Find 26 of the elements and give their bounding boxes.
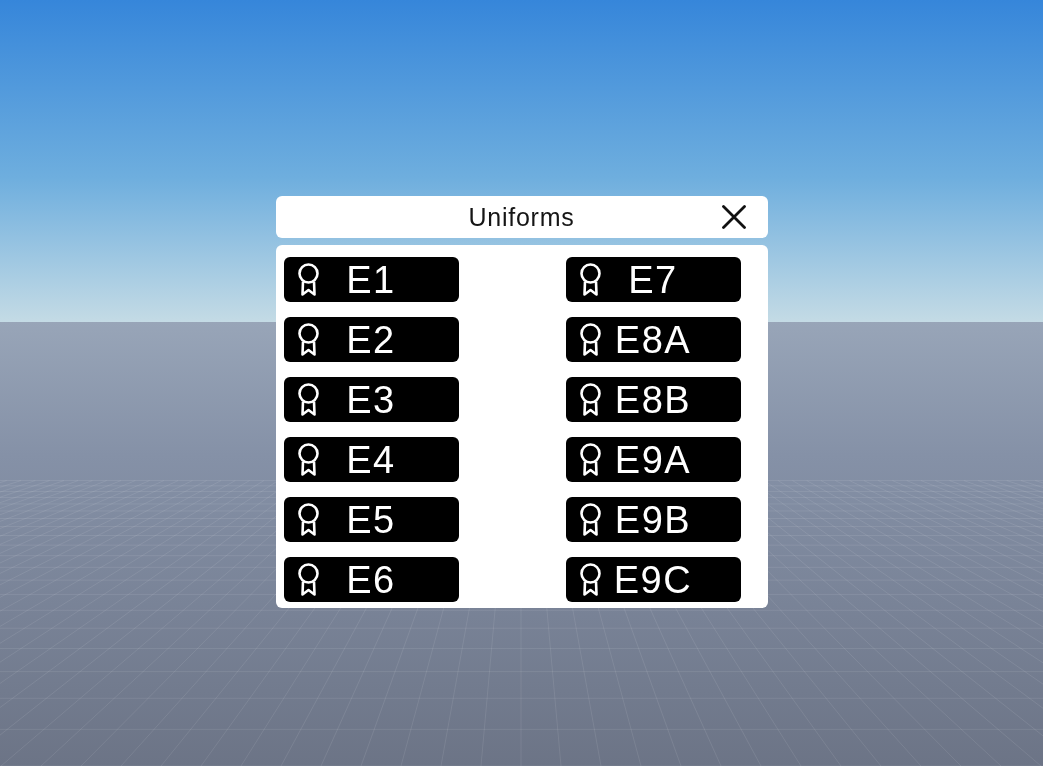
uniform-button[interactable]: E1 [283,257,459,302]
uniform-button[interactable]: E2 [283,317,459,362]
window-title: Uniforms [468,204,575,230]
medal-icon [295,383,321,416]
medal-icon [295,503,321,536]
uniform-button[interactable]: E9B [565,497,741,542]
close-icon[interactable] [721,205,746,229]
uniform-button[interactable]: E9A [565,437,741,482]
medal-icon [577,563,603,596]
medal-icon [577,383,603,416]
medal-icon [295,563,321,596]
uniform-button[interactable]: E9C [565,557,741,602]
medal-icon [295,263,321,296]
medal-icon [577,443,603,476]
medal-icon [577,503,603,536]
uniform-button[interactable]: E7 [565,257,741,302]
uniform-button[interactable]: E8A [565,317,741,362]
uniform-button[interactable]: E4 [283,437,459,482]
medal-icon [295,323,321,356]
uniform-button[interactable]: E5 [283,497,459,542]
medal-icon [295,443,321,476]
medal-icon [577,263,603,296]
uniform-button[interactable]: E3 [283,377,459,422]
uniform-button[interactable]: E6 [283,557,459,602]
uniform-button[interactable]: E8B [565,377,741,422]
medal-icon [577,323,603,356]
